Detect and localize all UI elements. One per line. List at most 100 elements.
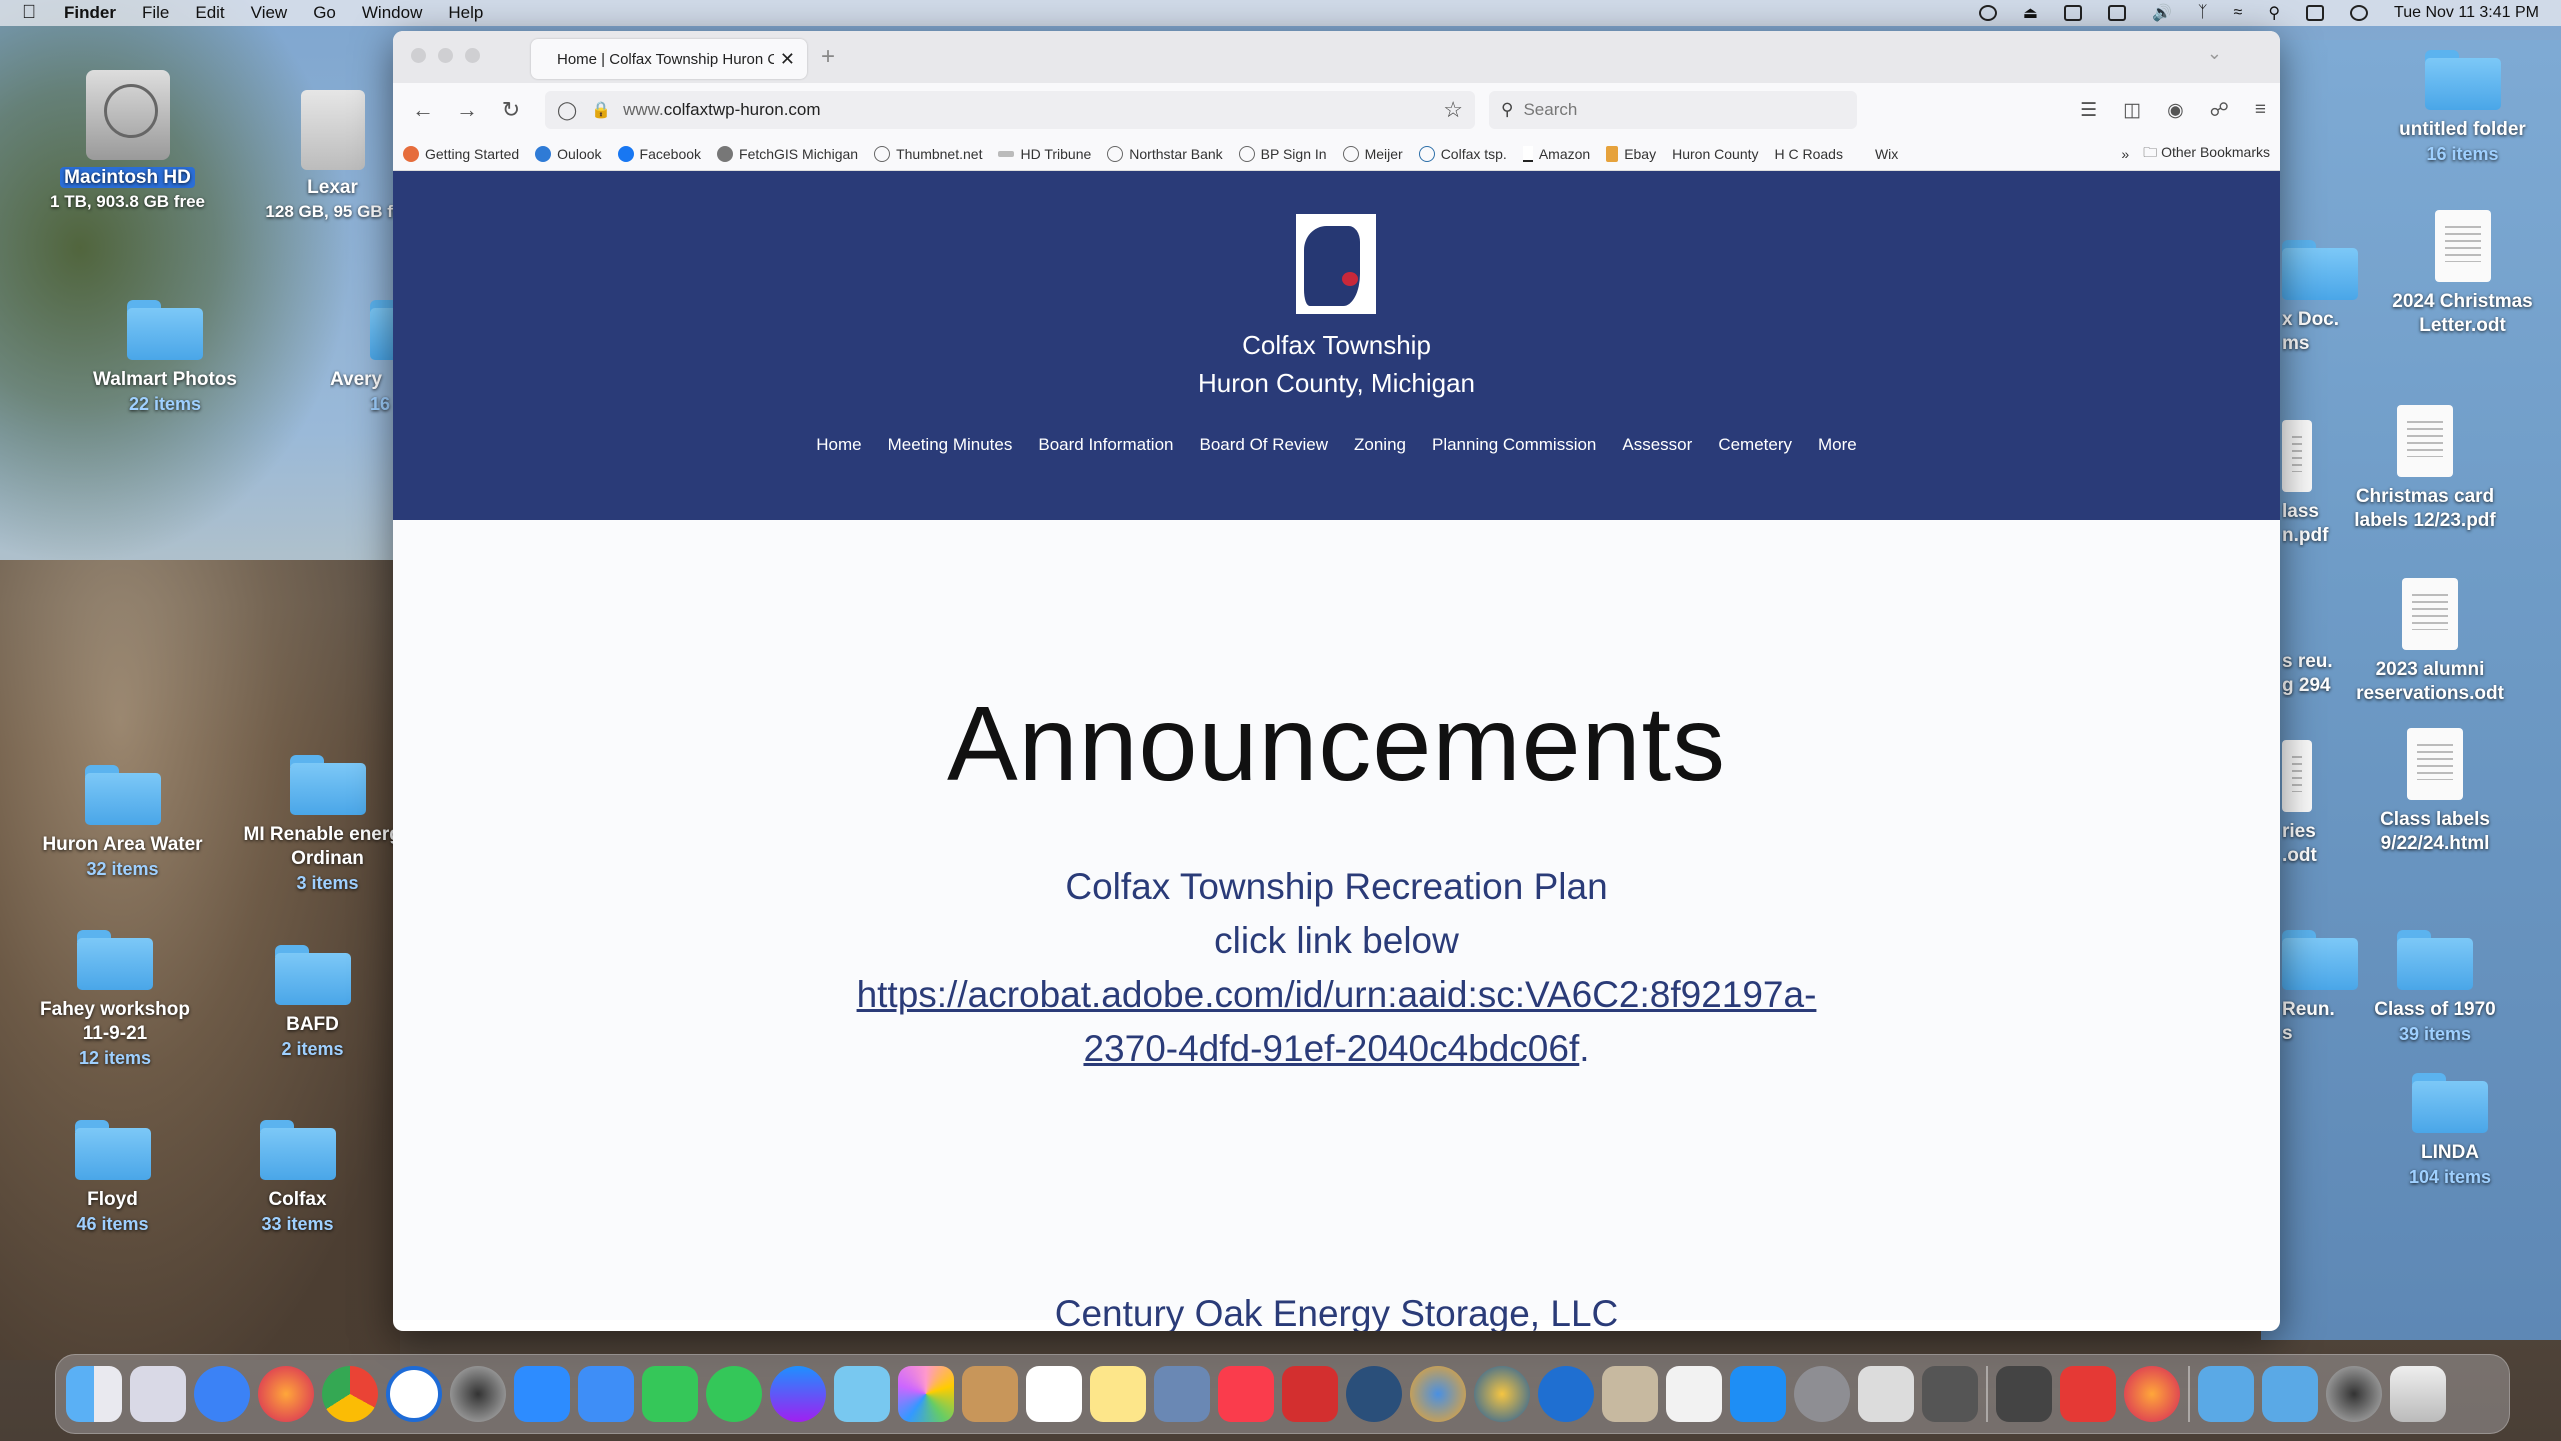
menu-window[interactable]: Window [362, 3, 422, 23]
nav-cemetery[interactable]: Cemetery [1718, 435, 1792, 455]
bookmark-item[interactable]: Wix [1859, 146, 1898, 162]
menu-view[interactable]: View [251, 3, 288, 23]
desktop-icon-walmart-photos[interactable]: Walmart Photos 22 items [70, 300, 260, 416]
firefox-icon[interactable] [258, 1366, 314, 1422]
music-icon[interactable] [1218, 1366, 1274, 1422]
nav-zoning[interactable]: Zoning [1354, 435, 1406, 455]
recreation-plan-link[interactable]: https://acrobat.adobe.com/id/urn:aaid:sc… [857, 974, 1817, 1069]
desktop-icon-linda[interactable]: LINDA 104 items [2360, 1073, 2540, 1189]
preview-icon[interactable] [1154, 1366, 1210, 1422]
desktop-icon-class-of-1970[interactable]: Class of 1970 39 items [2345, 930, 2525, 1046]
gimp-icon[interactable] [1602, 1366, 1658, 1422]
bookmark-item[interactable]: HD Tribune [998, 146, 1091, 162]
messages-icon[interactable] [706, 1366, 762, 1422]
site-title[interactable]: Colfax Township Huron County, Michigan [393, 326, 2280, 402]
desktop-icon-class-labels[interactable]: Class labels 9/22/24.html [2345, 728, 2525, 856]
siri-icon[interactable] [2350, 5, 2369, 21]
extensions-icon[interactable]: ☍ [2210, 99, 2229, 122]
close-tab-icon[interactable]: ✕ [780, 49, 795, 70]
menu-go[interactable]: Go [313, 3, 336, 23]
desktop-icon-christmas-letter[interactable]: 2024 Christmas Letter.odt [2370, 210, 2555, 338]
shield-icon[interactable]: ◯ [557, 100, 577, 121]
messenger-icon[interactable] [770, 1366, 826, 1422]
app-store-icon[interactable] [1730, 1366, 1786, 1422]
system-settings-icon[interactable] [1794, 1366, 1850, 1422]
finder-icon[interactable] [66, 1366, 122, 1422]
menu-help[interactable]: Help [448, 3, 483, 23]
nav-more[interactable]: More [1818, 435, 1857, 455]
time-machine-icon[interactable] [1978, 5, 1997, 21]
notes-icon[interactable] [1090, 1366, 1146, 1422]
account-icon[interactable]: ◉ [2167, 99, 2184, 122]
desktop-icon-bafd[interactable]: BAFD 2 items [225, 945, 400, 1061]
nav-home[interactable]: Home [816, 435, 861, 455]
launchpad-icon[interactable] [130, 1366, 186, 1422]
pdf-app-icon[interactable] [2060, 1366, 2116, 1422]
menu-edit[interactable]: Edit [195, 3, 224, 23]
bookmark-item[interactable]: Huron County [1672, 146, 1758, 162]
safari-icon[interactable] [194, 1366, 250, 1422]
bookmark-item[interactable]: BP Sign In [1238, 145, 1327, 162]
desktop-icon-macintosh-hd[interactable]: Macintosh HD 1 TB, 903.8 GB free [40, 70, 215, 214]
forward-arrow-icon[interactable]: → [451, 94, 483, 126]
signal-icon[interactable] [386, 1366, 442, 1422]
desktop-icon-christmas-labels[interactable]: Christmas card labels 12/23.pdf [2335, 405, 2515, 533]
nav-assessor[interactable]: Assessor [1622, 435, 1692, 455]
control-center-icon[interactable] [2306, 5, 2325, 21]
recent-app-1-icon[interactable] [1996, 1366, 2052, 1422]
eject-icon[interactable]: ⏏ [2023, 3, 2038, 23]
desktop-icon-partial-1[interactable]: x Doc. ms [2282, 240, 2362, 356]
nav-board-of-review[interactable]: Board Of Review [1200, 435, 1329, 455]
display-icon[interactable] [2064, 5, 2082, 21]
other-bookmarks[interactable]: 🗀 Other Bookmarks [2143, 142, 2270, 166]
bookmark-item[interactable]: Ebay [1606, 145, 1656, 162]
menu-icon[interactable]: ≡ [2255, 99, 2266, 122]
sidebar-icon[interactable]: ◫ [2123, 99, 2141, 122]
bookmark-item[interactable]: Oulook [535, 145, 602, 162]
keyboard-icon[interactable] [2108, 5, 2126, 21]
bookmark-item[interactable]: Amazon [1522, 145, 1590, 162]
url-bar[interactable]: ◯ 🔒 www. colfaxtwp-huron.com ☆ [545, 91, 1475, 129]
desktop-icon-untitled-folder[interactable]: untitled folder 16 items [2370, 50, 2555, 166]
text-edit-icon[interactable] [1666, 1366, 1722, 1422]
menu-file[interactable]: File [142, 3, 169, 23]
desktop-icon-fahey-workshop[interactable]: Fahey workshop 11-9-21 12 items [25, 930, 205, 1070]
desktop-icon-huron-area-water[interactable]: Huron Area Water 32 items [25, 765, 220, 881]
zoom-icon[interactable] [514, 1366, 570, 1422]
compass-app-icon[interactable] [1474, 1366, 1530, 1422]
library-icon[interactable]: ☰ [2080, 99, 2097, 122]
maps-icon[interactable] [834, 1366, 890, 1422]
apple-menu-icon[interactable]:  [22, 2, 48, 24]
bluetooth-icon[interactable]: ᛉ [2198, 4, 2208, 22]
michigan-logo-icon[interactable] [1296, 214, 1376, 314]
downloads-folder-icon[interactable] [2198, 1366, 2254, 1422]
contacts-icon[interactable] [962, 1366, 1018, 1422]
search-input[interactable]: ⚲ Search [1489, 91, 1857, 129]
spotlight-icon[interactable]: ⚲ [2268, 3, 2280, 23]
camera-stack-icon[interactable] [2326, 1366, 2382, 1422]
browser-tab-active[interactable]: Home | Colfax Township Huron C ✕ [531, 39, 807, 79]
printer-icon[interactable] [1922, 1366, 1978, 1422]
facetime-icon[interactable] [642, 1366, 698, 1422]
chrome-icon[interactable] [322, 1366, 378, 1422]
arrow-app-icon[interactable] [1538, 1366, 1594, 1422]
bookmark-star-icon[interactable]: ☆ [1443, 97, 1463, 123]
bookmark-item[interactable]: Northstar Bank [1107, 145, 1223, 162]
volume-icon[interactable]: 🔊 [2152, 3, 2172, 23]
new-tab-icon[interactable]: + [821, 43, 835, 71]
wifi-icon[interactable]: ≈ [2234, 4, 2243, 22]
mail-icon[interactable] [578, 1366, 634, 1422]
bookmark-item[interactable]: Meijer [1342, 145, 1403, 162]
back-arrow-icon[interactable]: ← [407, 94, 439, 126]
nav-meeting-minutes[interactable]: Meeting Minutes [888, 435, 1013, 455]
bookmark-item[interactable]: Thumbnet.net [874, 145, 982, 162]
documents-folder-icon[interactable] [2262, 1366, 2318, 1422]
bookmarks-chevron-icon[interactable]: » [2121, 146, 2129, 162]
list-tabs-chevron-icon[interactable]: ⌄ [2207, 43, 2222, 64]
photos-icon[interactable] [898, 1366, 954, 1422]
lock-icon[interactable]: 🔒 [591, 100, 611, 120]
menu-clock[interactable]: Tue Nov 11 3:41 PM [2394, 4, 2539, 22]
bookmark-item[interactable]: Getting Started [403, 145, 519, 162]
firefox-recent-icon[interactable] [2124, 1366, 2180, 1422]
desktop-icon-avery[interactable]: Avery 16 [330, 300, 395, 416]
